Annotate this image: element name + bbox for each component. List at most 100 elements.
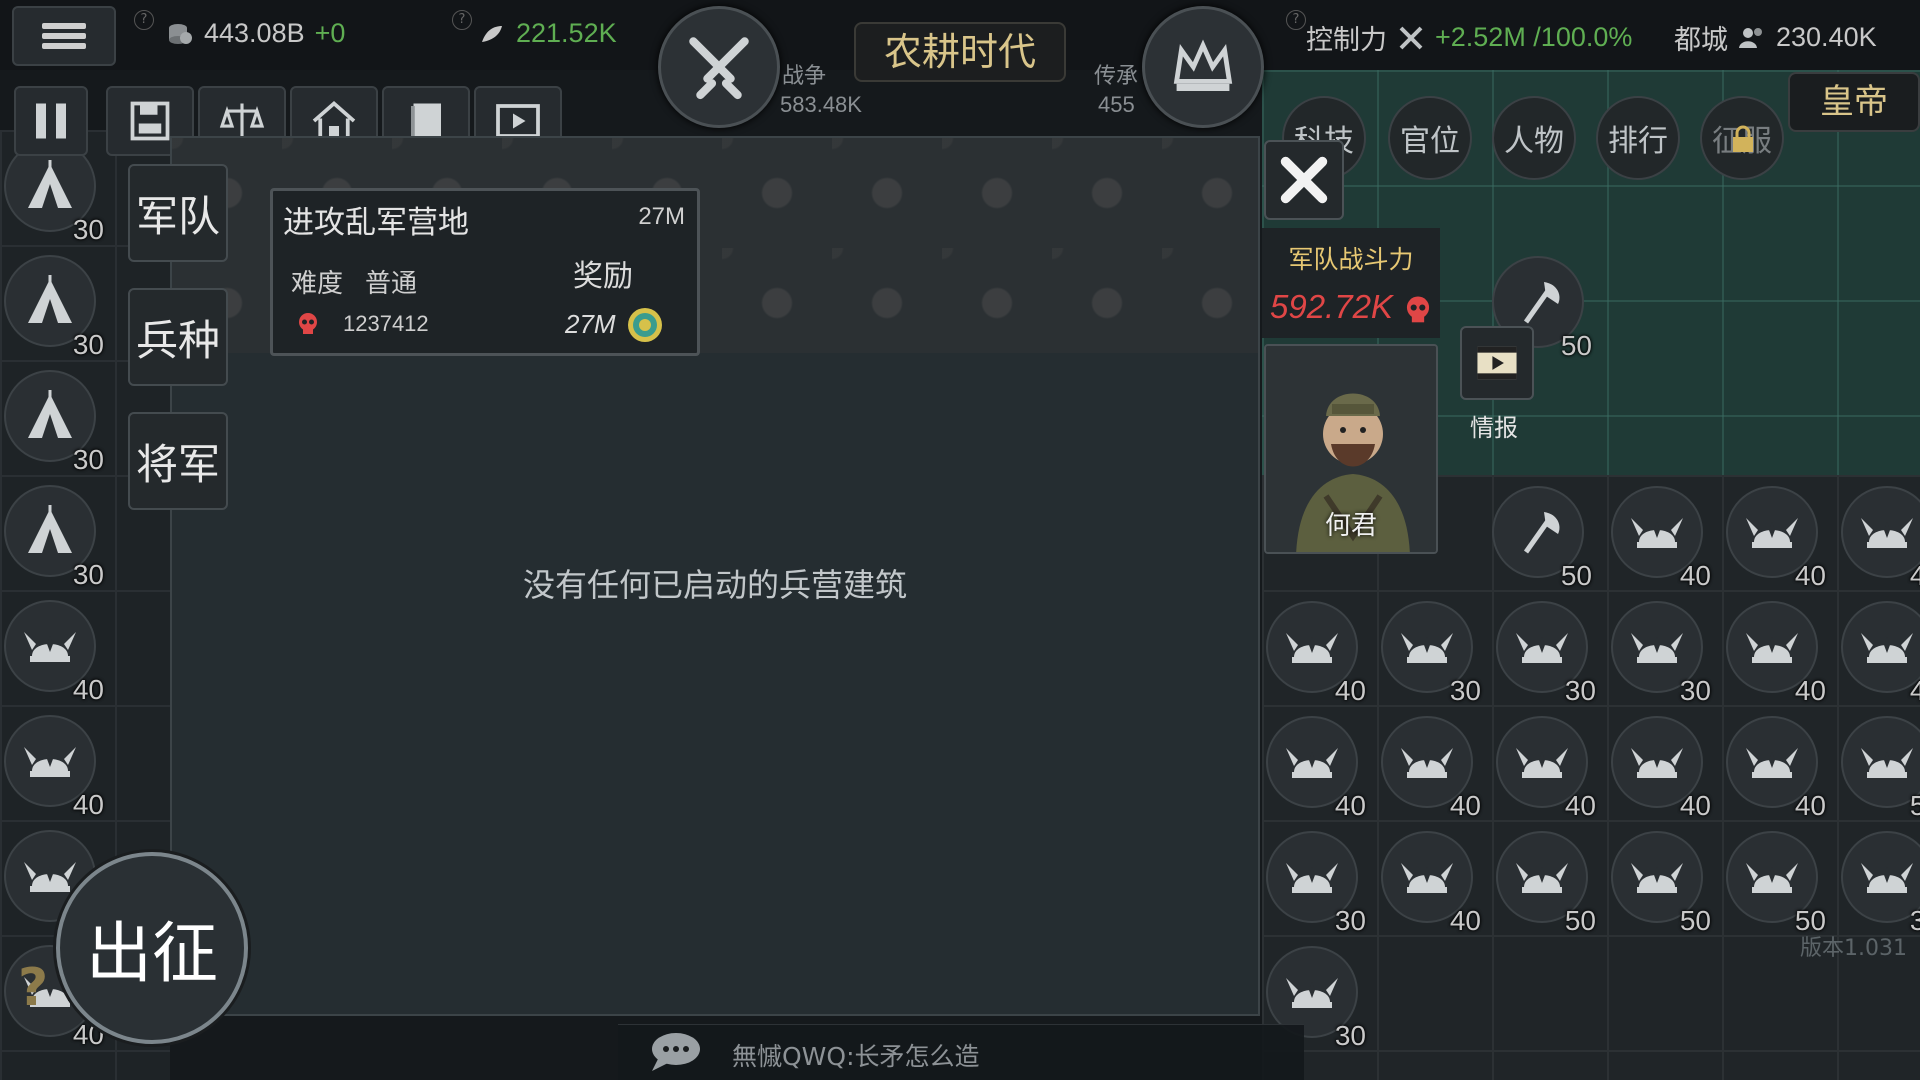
war-button[interactable] (658, 6, 780, 128)
general-name: 何君 (1324, 511, 1377, 541)
video-play-icon (1477, 346, 1517, 380)
skull-icon (299, 313, 317, 334)
nav-chip-ranking[interactable]: 排行 (1596, 96, 1680, 180)
map-tile[interactable]: 40 (1720, 482, 1832, 594)
army-power-value: 592.72K (1270, 288, 1393, 325)
viking-helmet-icon (1861, 863, 1913, 893)
viking-helmet-icon (1631, 748, 1683, 778)
tab-generals[interactable]: 将军 (128, 412, 228, 510)
march-button[interactable]: 出征 (56, 852, 248, 1044)
map-tile[interactable]: 40 (1375, 827, 1487, 939)
map-tile[interactable]: 30 (1375, 597, 1487, 709)
viking-helmet-icon (1746, 748, 1798, 778)
tent-icon (28, 160, 72, 208)
mission-title: 进攻乱军营地 (283, 205, 469, 241)
nav-chip-office[interactable]: 官位 (1388, 96, 1472, 180)
skull-icon (1406, 296, 1430, 323)
general-card[interactable]: 何君 (1264, 344, 1438, 554)
map-tile[interactable]: 40 (1605, 482, 1717, 594)
close-button[interactable] (1264, 140, 1344, 220)
map-tile[interactable]: 50 (1490, 827, 1602, 939)
control-resource: 控制力 +2.52M /100.0% (1306, 18, 1632, 57)
map-tile-level: 30 (1679, 675, 1711, 706)
map-tile[interactable]: 30 (1260, 827, 1372, 939)
viking-helmet-icon (24, 747, 76, 777)
map-tile-level: 40 (1449, 790, 1481, 821)
map-tile[interactable]: 30 (0, 481, 110, 593)
capital-resource: 都城 230.40K (1674, 18, 1877, 57)
nav-chip-conquest[interactable]: 征服 (1700, 96, 1784, 180)
help-icon[interactable]: ? (134, 10, 154, 30)
map-tile[interactable]: 50 (1720, 827, 1832, 939)
mission-card[interactable]: 进攻乱军营地 27M 难度 普通 奖励 1237412 27M (270, 188, 700, 356)
map-tile[interactable]: 40 (1835, 597, 1920, 709)
tent-icon (28, 390, 72, 438)
map-tile-level: 40 (1909, 675, 1920, 706)
legacy-value: 455 (1098, 92, 1135, 117)
map-tile[interactable]: 40 (1375, 712, 1487, 824)
control-label: 控制力 (1306, 25, 1387, 55)
map-tile[interactable]: 40 (1720, 597, 1832, 709)
map-tile[interactable]: 40 (1720, 712, 1832, 824)
menu-button[interactable] (12, 6, 116, 66)
tab-army[interactable]: 军队 (128, 164, 228, 262)
viking-helmet-icon (1401, 748, 1453, 778)
map-tile[interactable]: 30 (0, 251, 110, 363)
capital-label: 都城 (1674, 25, 1728, 55)
map-tile[interactable]: 40 (1490, 712, 1602, 824)
viking-helmet-icon (1746, 633, 1798, 663)
help-icon[interactable]: ? (1286, 10, 1306, 30)
map-tile[interactable]: 40 (1260, 712, 1372, 824)
intel-button[interactable] (1460, 326, 1534, 400)
crown-icon (1173, 39, 1233, 91)
reward-label: 奖励 (573, 259, 633, 294)
map-tile[interactable]: 40 (1260, 597, 1372, 709)
map-tile-level: 30 (1909, 905, 1920, 936)
map-tile[interactable]: 30 (1835, 827, 1920, 939)
map-tile-level: 40 (1564, 790, 1596, 821)
viking-helmet-icon (1286, 633, 1338, 663)
coin-reward-icon (628, 308, 662, 342)
tab-troop-types[interactable]: 兵种 (128, 288, 228, 386)
map-tile[interactable]: 30 (1605, 597, 1717, 709)
close-icon (1280, 156, 1328, 204)
gold-value: 443.08B (204, 18, 305, 48)
map-tile[interactable]: 50 (1835, 712, 1920, 824)
pause-icon (36, 103, 66, 139)
map-tile-level: 30 (72, 329, 104, 360)
viking-helmet-icon (1286, 863, 1338, 893)
crossed-swords-icon (689, 37, 749, 100)
map-tile-level: 30 (72, 214, 104, 245)
nav-chip-people[interactable]: 人物 (1492, 96, 1576, 180)
gold-resource: 443.08B +0 (166, 18, 345, 49)
map-tile[interactable]: 40 (1605, 712, 1717, 824)
map-tile[interactable]: 50 (1486, 482, 1598, 594)
intel-label: 情报 (1470, 414, 1518, 442)
version-label: 版本1.031 (1800, 936, 1907, 961)
map-tile[interactable]: 40 (0, 596, 110, 708)
map-tile-level: 40 (1449, 905, 1481, 936)
viking-helmet-icon (24, 862, 76, 892)
map-tile[interactable]: 30 (1490, 597, 1602, 709)
pause-button[interactable] (14, 86, 88, 156)
map-tile[interactable]: 40 (0, 711, 110, 823)
map-tile-level: 40 (1334, 675, 1366, 706)
axe-icon (1523, 512, 1560, 554)
viking-helmet-icon (1516, 633, 1568, 663)
help-icon[interactable]: ? (452, 10, 472, 30)
map-tile-level: 40 (1679, 790, 1711, 821)
emperor-title[interactable]: 皇帝 (1788, 72, 1920, 132)
map-tile[interactable]: 40 (1835, 482, 1920, 594)
legacy-button[interactable] (1142, 6, 1264, 128)
viking-helmet-icon (1631, 633, 1683, 663)
difficulty-label: 难度 (291, 269, 344, 299)
map-tile-level: 50 (1560, 330, 1592, 361)
viking-helmet-icon (24, 632, 76, 662)
map-tile[interactable]: 30 (0, 366, 110, 478)
map-tile-level: 50 (1560, 560, 1592, 591)
chat-bar[interactable]: 無慽QWQ:长矛怎么造 (618, 1024, 1304, 1080)
capital-value: 230.40K (1776, 22, 1877, 52)
map-tile[interactable]: 50 (1605, 827, 1717, 939)
viking-helmet-icon (1516, 748, 1568, 778)
reward-value: 27M (565, 309, 616, 339)
